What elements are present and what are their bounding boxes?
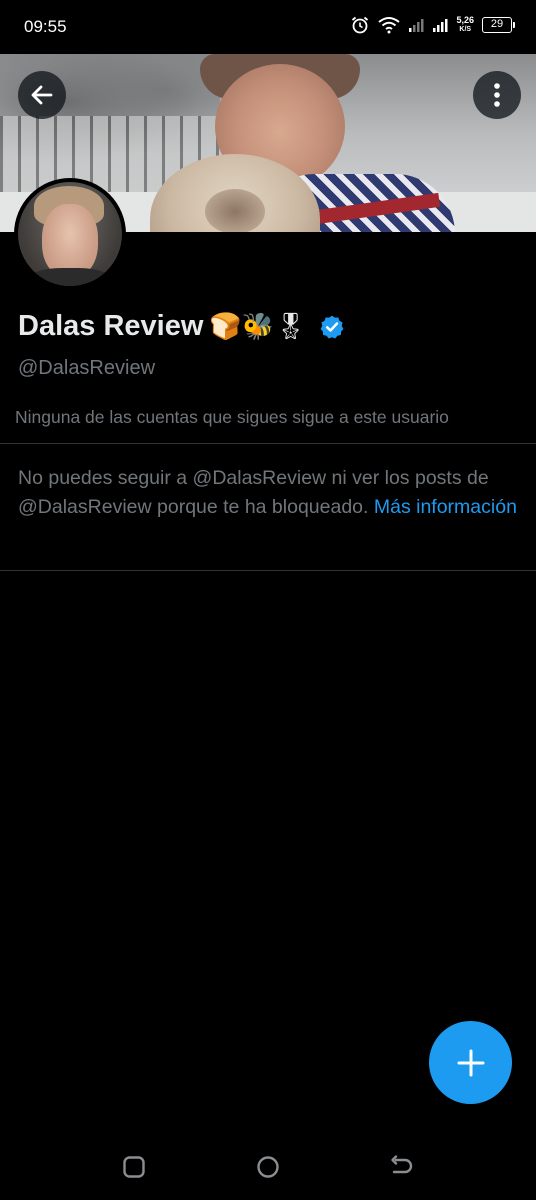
compose-button[interactable] bbox=[429, 1021, 512, 1104]
back-button[interactable] bbox=[18, 71, 66, 119]
avatar[interactable] bbox=[14, 178, 126, 290]
recents-button[interactable] bbox=[117, 1150, 151, 1184]
plus-icon bbox=[457, 1049, 484, 1076]
alarm-icon bbox=[352, 16, 369, 34]
net-speed: 5,26 K/S bbox=[456, 16, 474, 34]
system-back-button[interactable] bbox=[385, 1150, 419, 1184]
status-icons: 5,26 K/S 29 bbox=[350, 15, 515, 35]
name-emojis: 🍞🐝🎖 bbox=[209, 311, 308, 342]
square-icon bbox=[123, 1156, 145, 1178]
blocked-message: No puedes seguir a @DalasReview ni ver l… bbox=[18, 464, 518, 521]
more-info-link[interactable]: Más información bbox=[374, 496, 517, 518]
divider bbox=[0, 570, 536, 571]
avatar-face bbox=[42, 204, 98, 278]
avatar-image bbox=[18, 182, 122, 286]
handle: @DalasReview bbox=[18, 357, 156, 379]
signal-2-icon bbox=[433, 19, 448, 32]
system-nav-bar bbox=[0, 1130, 536, 1200]
name-row: Dalas Review 🍞🐝🎖 bbox=[18, 310, 345, 343]
wifi-icon bbox=[378, 17, 401, 34]
divider bbox=[0, 443, 536, 444]
net-speed-unit: K/S bbox=[459, 26, 472, 33]
signal-1-icon bbox=[409, 19, 424, 32]
display-name: Dalas Review bbox=[18, 310, 204, 342]
more-options-button[interactable] bbox=[473, 71, 521, 119]
avatar-shirt bbox=[28, 268, 112, 286]
status-bar: 09:55 5,26 K/S 29 bbox=[0, 0, 536, 54]
status-time: 09:55 bbox=[24, 17, 67, 36]
verified-badge-icon[interactable] bbox=[319, 314, 345, 340]
more-vertical-icon bbox=[494, 83, 500, 107]
arrow-left-icon bbox=[31, 85, 53, 105]
followers-you-know: Ninguna de las cuentas que sigues sigue … bbox=[15, 407, 449, 427]
banner-cat-face bbox=[205, 189, 265, 232]
back-arrow-icon bbox=[391, 1155, 413, 1174]
battery-indicator: 29 bbox=[482, 17, 515, 33]
net-speed-value: 5,26 bbox=[456, 15, 474, 25]
circle-icon bbox=[257, 1156, 279, 1178]
home-button[interactable] bbox=[251, 1150, 285, 1184]
